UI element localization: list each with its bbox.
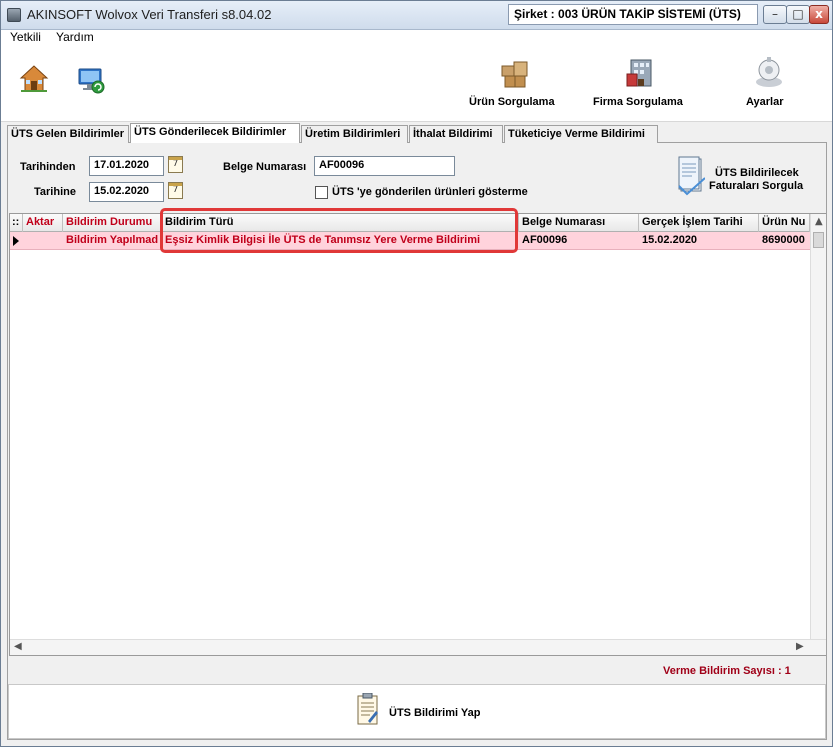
close-button[interactable]: x bbox=[809, 5, 829, 24]
row-indicator-icon bbox=[13, 236, 19, 246]
title-bar[interactable]: AKINSOFT Wolvox Veri Transferi s8.04.02 … bbox=[1, 1, 832, 30]
grid-corner[interactable]: :: bbox=[10, 214, 23, 232]
cell-belge-numarasi[interactable]: AF00096 bbox=[519, 232, 639, 250]
invoice-query-icon[interactable] bbox=[677, 156, 706, 199]
settings-label[interactable]: Ayarlar bbox=[746, 96, 784, 108]
tarihinden-field[interactable]: 17.01.2020 bbox=[89, 156, 164, 176]
cell-bildirim-durumu[interactable]: Bildirim Yapılmad bbox=[63, 232, 162, 250]
scroll-right-icon[interactable]: ▶ bbox=[796, 641, 804, 652]
notify-document-icon[interactable] bbox=[356, 692, 380, 730]
tab-uts-gonderilecek[interactable]: ÜTS Gönderilecek Bildirimler bbox=[130, 123, 300, 143]
maximize-button[interactable]: □ bbox=[786, 5, 810, 24]
invoice-query-label-line2[interactable]: Faturaları Sorgula bbox=[709, 180, 803, 192]
tarihinden-calendar-icon[interactable]: 7 bbox=[168, 156, 183, 173]
invoice-query-label-line1[interactable]: ÜTS Bildirilecek bbox=[715, 167, 799, 179]
tab-tuketiciye-verme[interactable]: Tüketiciye Verme Bildirimi bbox=[504, 125, 658, 143]
tab-uretim[interactable]: Üretim Bildirimleri bbox=[301, 125, 408, 143]
belge-numarasi-label: Belge Numarası bbox=[223, 161, 307, 173]
minimize-button[interactable]: – bbox=[763, 5, 787, 24]
col-urun-numarasi[interactable]: Ürün Nu bbox=[759, 214, 810, 232]
col-belge-numarasi[interactable]: Belge Numarası bbox=[519, 214, 639, 232]
notifications-grid: :: Aktar Bildirim Durumu Bildirim Türü B… bbox=[9, 213, 826, 656]
app-icon bbox=[7, 8, 21, 22]
highlight-box bbox=[160, 208, 518, 253]
scroll-left-icon[interactable]: ◀ bbox=[14, 641, 22, 652]
company-search-icon[interactable] bbox=[625, 56, 657, 93]
menu-bar: Yetkili Yardım bbox=[1, 30, 832, 46]
toolbar: Ürün Sorgulama Firma Sorgulama Ayarlar bbox=[1, 46, 832, 122]
company-selector[interactable]: Şirket : 003 ÜRÜN TAKİP SİSTEMİ (ÜTS) bbox=[508, 4, 758, 25]
monitor-refresh-icon[interactable] bbox=[77, 66, 107, 99]
menu-yardim[interactable]: Yardım bbox=[56, 30, 94, 44]
col-bildirim-durumu[interactable]: Bildirim Durumu bbox=[63, 214, 162, 232]
tarihinden-label: Tarihinden bbox=[20, 161, 76, 173]
uts-bildirimi-yap-button[interactable]: ÜTS Bildirimi Yap bbox=[389, 707, 481, 719]
settings-gear-icon[interactable] bbox=[753, 56, 785, 93]
col-gercek-islem-tarihi[interactable]: Gerçek İşlem Tarihi bbox=[639, 214, 759, 232]
vertical-scroll-thumb[interactable] bbox=[813, 232, 824, 248]
hide-sent-label[interactable]: ÜTS 'ye gönderilen ürünleri gösterme bbox=[332, 186, 528, 198]
horizontal-scrollbar[interactable]: ◀ ▶ bbox=[10, 639, 826, 655]
cell-aktar[interactable] bbox=[23, 232, 63, 250]
tarihine-label: Tarihine bbox=[34, 186, 76, 198]
tarihine-field[interactable]: 15.02.2020 bbox=[89, 182, 164, 202]
product-search-label[interactable]: Ürün Sorgulama bbox=[469, 96, 555, 108]
cell-gercek-islem-tarihi[interactable]: 15.02.2020 bbox=[639, 232, 759, 250]
notification-count: Verme Bildirim Sayısı : 1 bbox=[663, 665, 791, 677]
tarihine-calendar-icon[interactable]: 7 bbox=[168, 182, 183, 199]
hide-sent-checkbox[interactable] bbox=[315, 186, 328, 199]
app-window: AKINSOFT Wolvox Veri Transferi s8.04.02 … bbox=[0, 0, 833, 747]
bottom-action-panel: ÜTS Bildirimi Yap bbox=[8, 684, 826, 739]
tab-uts-gelen[interactable]: ÜTS Gelen Bildirimler bbox=[7, 125, 129, 143]
belge-numarasi-field[interactable]: AF00096 bbox=[314, 156, 455, 176]
cell-urun-numarasi[interactable]: 8690000 bbox=[759, 232, 810, 250]
home-icon[interactable] bbox=[19, 64, 49, 97]
window-title: AKINSOFT Wolvox Veri Transferi s8.04.02 bbox=[27, 7, 272, 22]
scroll-up-icon[interactable]: ▲ bbox=[815, 216, 823, 227]
col-aktar[interactable]: Aktar bbox=[23, 214, 63, 232]
company-search-label[interactable]: Firma Sorgulama bbox=[593, 96, 683, 108]
menu-yetkili[interactable]: Yetkili bbox=[10, 30, 41, 44]
vertical-scrollbar[interactable]: ▲ bbox=[810, 214, 826, 639]
product-search-icon[interactable] bbox=[499, 56, 531, 93]
tab-ithalat[interactable]: İthalat Bildirimi bbox=[409, 125, 503, 143]
